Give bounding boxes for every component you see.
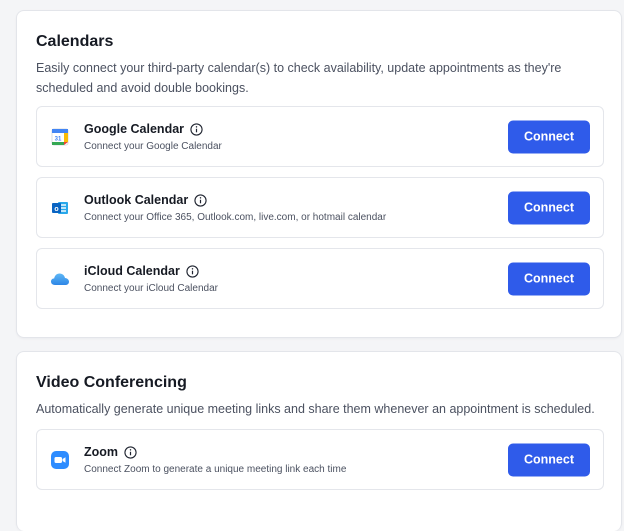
connect-zoom-button[interactable]: Connect <box>508 443 590 476</box>
calendars-title: Calendars <box>36 33 114 50</box>
google-calendar-item: 31 Google Calendar Connect your Google C… <box>36 106 604 167</box>
google-calendar-subtitle: Connect your Google Calendar <box>84 141 222 152</box>
info-icon[interactable] <box>190 122 203 136</box>
connect-google-calendar-button[interactable]: Connect <box>508 120 590 153</box>
outlook-calendar-subtitle: Connect your Office 365, Outlook.com, li… <box>84 212 387 223</box>
zoom-name: Zoom <box>84 445 119 459</box>
icloud-calendar-item: iCloud Calendar Connect your iCloud Cale… <box>36 248 604 309</box>
svg-text:o: o <box>54 205 58 212</box>
outlook-calendar-item: o Outlook Calendar Connect your Office 3… <box>36 177 604 238</box>
icloud-calendar-subtitle: Connect your iCloud Calendar <box>84 283 218 294</box>
calendars-description: Easily connect your third-party calendar… <box>36 61 562 95</box>
svg-text:31: 31 <box>55 136 62 142</box>
video-conferencing-title: Video Conferencing <box>36 374 187 391</box>
video-conferencing-card: Video Conferencing Automatically generat… <box>16 351 622 531</box>
icloud-icon <box>50 269 70 289</box>
zoom-icon <box>50 450 70 470</box>
zoom-subtitle: Connect Zoom to generate a unique meetin… <box>84 464 347 475</box>
info-icon[interactable] <box>194 193 207 207</box>
info-icon[interactable] <box>186 264 199 278</box>
video-conferencing-description: Automatically generate unique meeting li… <box>36 402 595 416</box>
zoom-item: Zoom Connect Zoom to generate a unique m… <box>36 429 604 490</box>
google-calendar-name: Google Calendar <box>84 122 185 136</box>
connect-icloud-calendar-button[interactable]: Connect <box>508 262 590 295</box>
google-calendar-icon: 31 <box>50 127 70 147</box>
outlook-calendar-name: Outlook Calendar <box>84 193 189 207</box>
info-icon[interactable] <box>124 445 137 459</box>
outlook-icon: o <box>50 198 70 218</box>
calendars-card: Calendars Easily connect your third-part… <box>16 10 622 338</box>
connect-outlook-calendar-button[interactable]: Connect <box>508 191 590 224</box>
icloud-calendar-name: iCloud Calendar <box>84 264 180 278</box>
